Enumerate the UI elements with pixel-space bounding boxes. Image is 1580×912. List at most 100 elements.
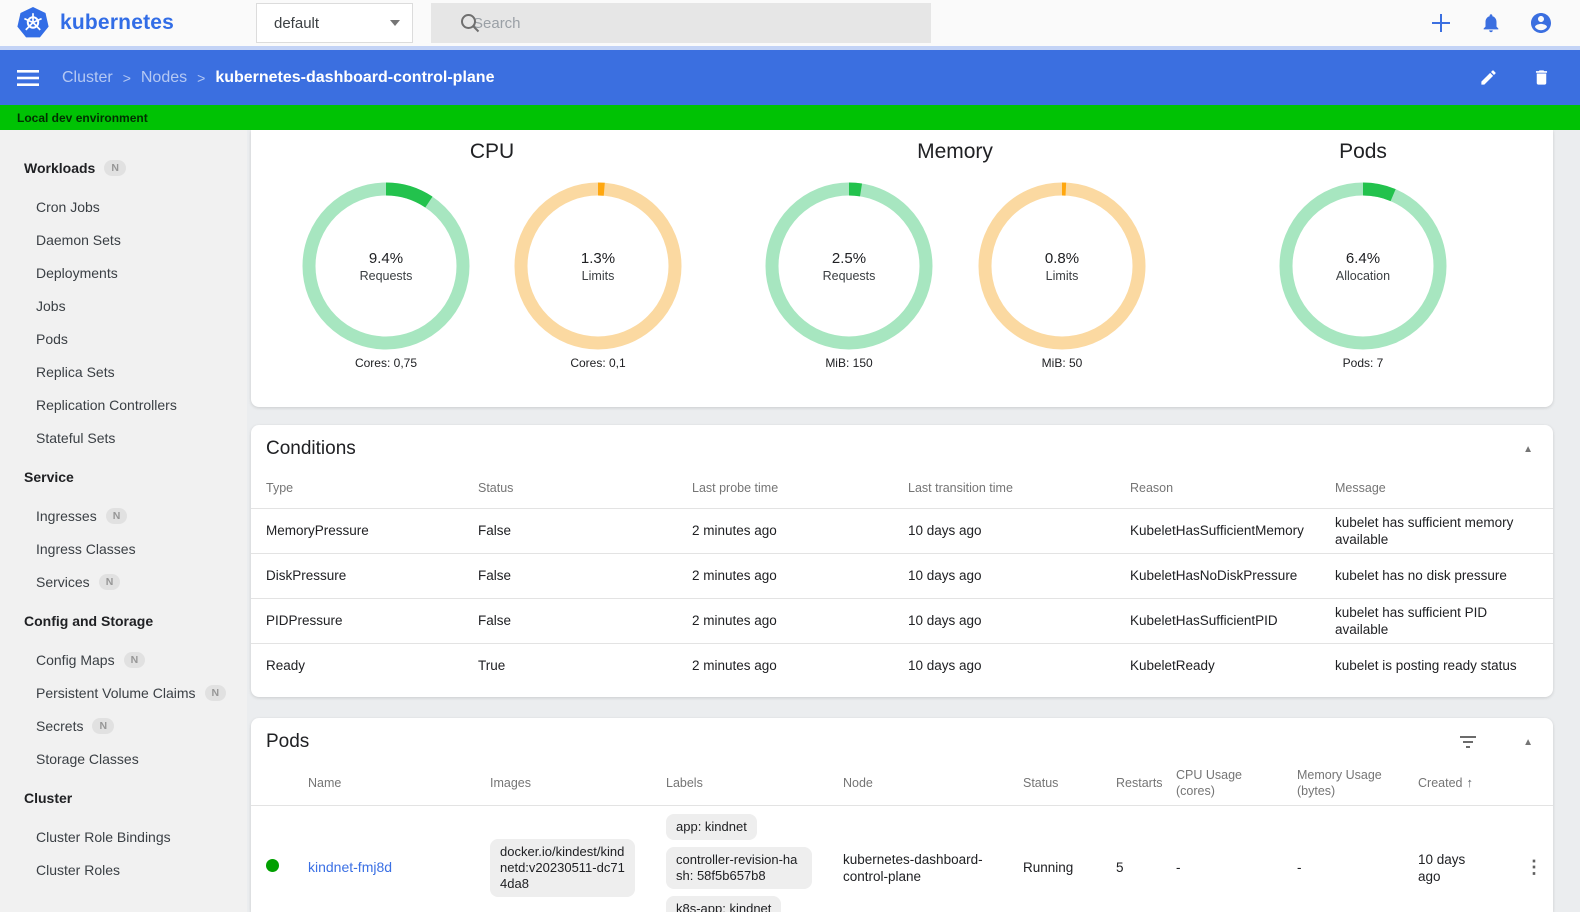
pods-col-status-indicator xyxy=(251,761,293,805)
sidebar-section-label: Workloads xyxy=(24,160,96,176)
collapse-arrow-icon: ▲ xyxy=(1523,736,1533,748)
sidebar-item-ingresses[interactable]: Ingresses N xyxy=(0,499,247,532)
pod-cpu-usage-cell: - xyxy=(1161,804,1282,912)
filter-icon xyxy=(1459,735,1477,749)
conditions-cell-status: False xyxy=(463,552,677,598)
pods-table: Name Images Labels Node Status Restarts CPU Us… xyxy=(251,761,1553,912)
sidebar-item-cluster-role-bindings[interactable]: Cluster Role Bindings xyxy=(0,820,247,853)
chevron-down-icon xyxy=(390,20,400,26)
new-badge: N xyxy=(98,573,121,590)
conditions-cell-last-transition-time: 10 days ago xyxy=(893,507,1115,553)
conditions-cell-last-probe-time: 2 minutes ago xyxy=(677,597,893,643)
sidebar-item-label: Services xyxy=(36,573,90,590)
sidebar-item-services[interactable]: Services N xyxy=(0,565,247,598)
pods-col-cpu-usage-cores[interactable]: CPU Usage (cores) xyxy=(1161,761,1282,805)
donut-chart: 2.5% Requests xyxy=(765,182,933,350)
conditions-col-last-probe-time: Last probe time xyxy=(692,480,779,495)
notifications-button[interactable] xyxy=(1479,11,1503,35)
gauge-cpu-requests: 9.4% Requests Cores: 0,75 xyxy=(302,182,470,370)
pods-collapse-button[interactable]: ▲ xyxy=(1519,733,1537,752)
sidebar-item-storage-classes[interactable]: Storage Classes xyxy=(0,742,247,775)
conditions-cell-last-probe-time: 2 minutes ago xyxy=(677,552,893,598)
pod-running-status-icon xyxy=(266,859,279,872)
sidebar-item-config-maps[interactable]: Config Maps N xyxy=(0,643,247,676)
conditions-cell-status: False xyxy=(463,597,677,643)
pods-filter-button[interactable] xyxy=(1455,731,1481,753)
sidebar-item-secrets[interactable]: Secrets N xyxy=(0,709,247,742)
sidebar-item-pods[interactable]: Pods xyxy=(0,322,247,355)
pod-created-cell: 10 days ago xyxy=(1403,804,1504,912)
pod-node-cell: kubernetes-dashboard-control-plane xyxy=(828,804,1008,912)
sidebar-item-replication-controllers[interactable]: Replication Controllers xyxy=(0,388,247,421)
conditions-col-last-transition-time: Last transition time xyxy=(908,480,1013,495)
pod-actions-cell: ⋮ xyxy=(1504,804,1553,912)
pod-restarts-cell: 5 xyxy=(1101,804,1161,912)
account-icon xyxy=(1529,11,1553,35)
pods-col-images[interactable]: Images xyxy=(475,761,651,805)
sidebar-item-daemon-sets[interactable]: Daemon Sets xyxy=(0,223,247,256)
conditions-collapse-button[interactable]: ▲ xyxy=(1519,440,1537,459)
sidebar-section-title-service: Service xyxy=(0,467,247,487)
pods-col-node[interactable]: Node xyxy=(828,761,1008,805)
conditions-cell-message: kubelet has sufficient PID available xyxy=(1320,597,1553,643)
allocation-group-title-memory: Memory xyxy=(917,140,993,163)
sidebar-item-label: Jobs xyxy=(36,297,66,314)
gauge-label: Limits xyxy=(581,268,615,283)
pod-name-link[interactable]: kindnet-fmj8d xyxy=(308,859,392,875)
sidebar-item-replica-sets[interactable]: Replica Sets xyxy=(0,355,247,388)
account-button[interactable] xyxy=(1529,11,1553,35)
delete-resource-button[interactable] xyxy=(1529,66,1553,90)
breadcrumb-separator-icon: > xyxy=(197,69,206,86)
pods-col-actions xyxy=(1504,761,1553,805)
sidebar-item-label: Cluster Roles xyxy=(36,861,121,878)
new-badge: N xyxy=(105,507,128,524)
pods-col-status[interactable]: Status xyxy=(1008,761,1101,805)
conditions-cell-message: kubelet has no disk pressure xyxy=(1320,552,1553,598)
sidebar-item-stateful-sets[interactable]: Stateful Sets xyxy=(0,421,247,454)
pods-col-created[interactable]: Created ↑ xyxy=(1403,761,1504,805)
table-row: Ready True 2 minutes ago 10 days ago Kubelet… xyxy=(251,642,1553,688)
sidebar-item-cluster-roles[interactable]: Cluster Roles xyxy=(0,853,247,886)
pods-col-restarts[interactable]: Restarts xyxy=(1101,761,1163,805)
gauge-pods-allocation: 6.4% Allocation Pods: 7 xyxy=(1279,182,1447,370)
namespace-selector[interactable]: default xyxy=(256,3,413,43)
breadcrumb-link-nodes[interactable]: Nodes xyxy=(141,69,187,87)
menu-toggle-button[interactable] xyxy=(16,66,40,90)
conditions-col-type: Type xyxy=(266,480,294,495)
pod-row-menu-button[interactable]: ⋮ xyxy=(1519,855,1549,880)
gauge-footer: Pods: 7 xyxy=(1342,356,1384,370)
conditions-cell-type: DiskPressure xyxy=(251,552,463,598)
sidebar-section-config-and-storage: Config and Storage Config Maps N Persistent… xyxy=(0,611,247,775)
search-input[interactable] xyxy=(473,14,873,32)
conditions-cell-type: PIDPressure xyxy=(251,597,463,643)
allocation-group-title-pods: Pods xyxy=(1339,140,1387,163)
label-chip: controller-revision-hash: 58f5b657b8 xyxy=(666,846,812,889)
pods-col-name[interactable]: Name xyxy=(293,761,475,805)
pods-col-memory-usage-bytes[interactable]: Memory Usage (bytes) xyxy=(1282,761,1403,805)
sidebar-section-cluster: Cluster Cluster Role Bindings Cluster Role… xyxy=(0,788,247,886)
conditions-cell-last-transition-time: 10 days ago xyxy=(893,597,1115,643)
bell-icon xyxy=(1480,12,1502,34)
env-banner: Local dev environment xyxy=(0,105,1580,130)
breadcrumb-link-cluster[interactable]: Cluster xyxy=(62,69,113,87)
edit-resource-button[interactable] xyxy=(1476,66,1500,90)
conditions-card: Conditions ▲ Type Status Last probe time La… xyxy=(251,425,1553,697)
sidebar-item-jobs[interactable]: Jobs xyxy=(0,289,247,322)
sidebar-item-ingress-classes[interactable]: Ingress Classes xyxy=(0,532,247,565)
pods-title: Pods xyxy=(266,731,310,752)
sidebar-section-title-workloads: Workloads N xyxy=(0,158,247,178)
gauge-value: 2.5% xyxy=(831,249,867,267)
allocation-card: CPU 9.4% Requests Cores: 0,75 1.3% Limits Core… xyxy=(251,130,1553,407)
label-chip: app: kindnet xyxy=(666,813,757,840)
sidebar-item-cron-jobs[interactable]: Cron Jobs xyxy=(0,190,247,223)
sidebar-item-label: Replica Sets xyxy=(36,363,115,380)
sidebar-item-label: Cluster Role Bindings xyxy=(36,828,171,845)
gauge-value: 6.4% xyxy=(1345,249,1381,267)
pods-col-labels[interactable]: Labels xyxy=(651,761,828,805)
gauge-value: 9.4% xyxy=(368,249,404,267)
new-badge: N xyxy=(104,160,126,176)
sidebar-item-persistent-volume-claims[interactable]: Persistent Volume Claims N xyxy=(0,676,247,709)
sidebar-item-deployments[interactable]: Deployments xyxy=(0,256,247,289)
add-resource-button[interactable] xyxy=(1429,11,1453,35)
conditions-cell-last-transition-time: 10 days ago xyxy=(893,642,1115,688)
